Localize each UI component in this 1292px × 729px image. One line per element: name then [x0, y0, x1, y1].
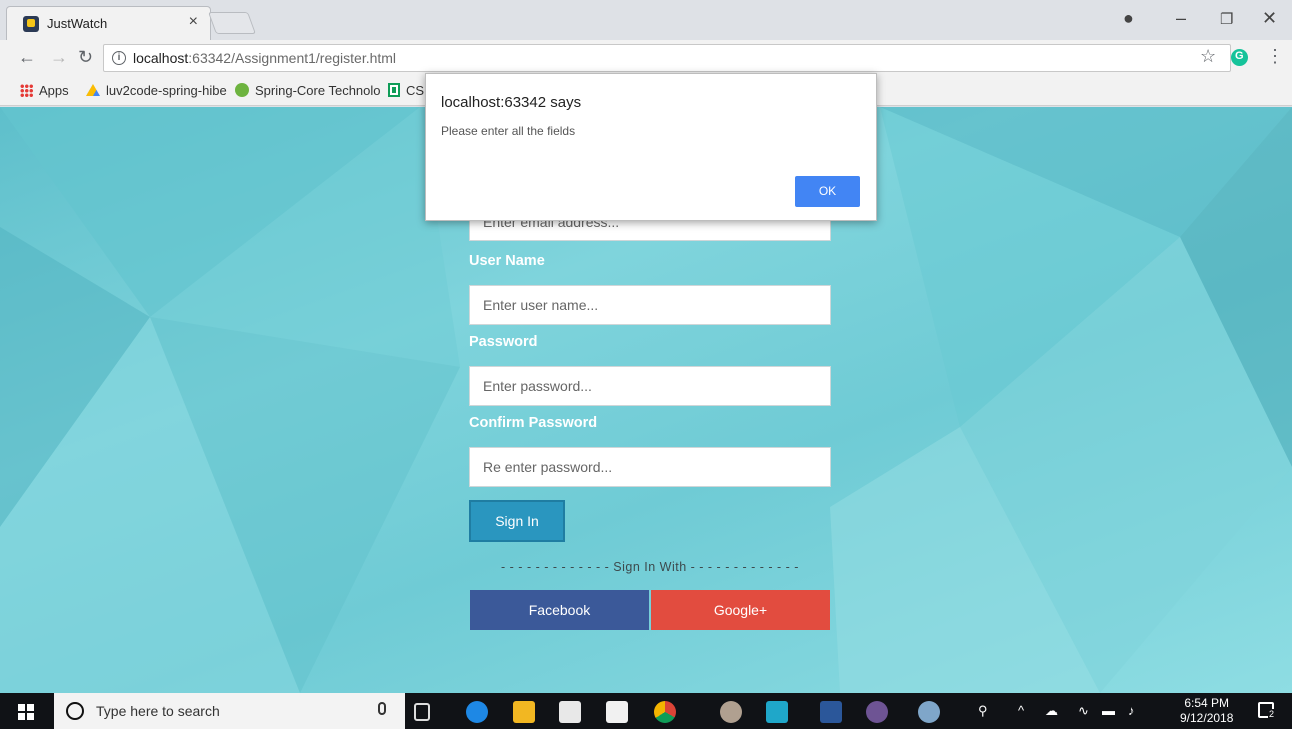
sheets-icon [388, 83, 400, 97]
confirm-password-label: Confirm Password [469, 415, 598, 431]
volume-icon[interactable]: ♪ [1128, 703, 1135, 718]
spring-icon [235, 83, 249, 97]
file-explorer-icon[interactable] [513, 701, 535, 723]
task-view-icon[interactable] [414, 703, 430, 721]
store-icon[interactable] [559, 701, 581, 723]
bookmark-spring-core[interactable]: Spring-Core Technolo [235, 83, 381, 98]
info-icon[interactable]: i [112, 51, 126, 65]
paint-icon[interactable] [918, 701, 940, 723]
facebook-button[interactable]: Facebook [470, 590, 649, 630]
bookmark-luv2code[interactable]: luv2code-spring-hibe [86, 83, 227, 98]
onedrive-icon[interactable]: ☁ [1045, 703, 1058, 719]
alert-dialog: localhost:63342 says Please enter all th… [425, 73, 877, 221]
edge-icon[interactable] [466, 701, 488, 723]
grammarly-extension-icon[interactable] [1231, 49, 1248, 66]
ok-button[interactable]: OK [795, 176, 860, 207]
tab-strip: JustWatch × ● – ❐ ✕ [0, 0, 1292, 40]
windows-taskbar: Type here to search ⚲ ^ ☁ ∿ ▬ ♪ 6:54 PM … [0, 693, 1292, 729]
url-text: localhost:63342/Assignment1/register.htm… [133, 50, 397, 66]
reload-icon[interactable]: ↻ [78, 48, 93, 66]
clock-date: 9/12/2018 [1180, 711, 1234, 725]
sign-in-with-divider: - - - - - - - - - - - - - Sign In With -… [501, 560, 799, 574]
dialog-title: localhost:63342 says [441, 94, 582, 111]
cortana-icon [66, 702, 84, 720]
profile-icon[interactable]: ● [1123, 8, 1134, 29]
settings-gear-icon[interactable] [720, 701, 742, 723]
confirm-password-field[interactable] [469, 447, 831, 487]
bookmark-cs[interactable]: CS [388, 83, 424, 98]
people-icon[interactable]: ⚲ [978, 703, 988, 719]
restore-icon[interactable]: ❐ [1220, 10, 1233, 28]
chevron-up-icon[interactable]: ^ [1018, 703, 1024, 718]
sign-in-button[interactable]: Sign In [469, 500, 565, 542]
bookmark-apps[interactable]: Apps [20, 83, 69, 98]
google-plus-button[interactable]: Google+ [651, 590, 830, 630]
minimize-icon[interactable]: – [1176, 8, 1186, 29]
browser-toolbar: ← → ↻ i localhost:63342/Assignment1/regi… [0, 40, 1292, 76]
username-field[interactable] [469, 285, 831, 325]
word-icon[interactable] [820, 701, 842, 723]
mail-icon[interactable] [606, 701, 628, 723]
apps-grid-icon [20, 84, 33, 97]
bookmark-star-icon[interactable]: ☆ [1200, 46, 1216, 67]
new-tab-button[interactable] [207, 12, 257, 34]
search-placeholder: Type here to search [96, 703, 220, 719]
tab-title: JustWatch [47, 16, 108, 31]
github-icon[interactable] [866, 701, 888, 723]
system-clock[interactable]: 6:54 PM 9/12/2018 [1180, 696, 1233, 726]
windows-start-icon[interactable] [18, 704, 34, 720]
wifi-icon[interactable]: ∿ [1078, 703, 1089, 719]
close-tab-icon[interactable]: × [189, 13, 198, 31]
password-label: Password [469, 334, 538, 350]
microphone-icon[interactable] [378, 702, 386, 715]
notification-count: 2 [1268, 709, 1276, 719]
action-center-icon[interactable]: 2 [1258, 702, 1276, 719]
chrome-icon[interactable] [654, 701, 676, 723]
forward-icon[interactable]: → [50, 48, 68, 66]
webstorm-icon[interactable] [766, 701, 788, 723]
battery-icon[interactable]: ▬ [1102, 703, 1115, 718]
dialog-message: Please enter all the fields [441, 124, 576, 138]
close-window-icon[interactable]: ✕ [1262, 8, 1277, 29]
clock-time: 6:54 PM [1184, 696, 1230, 710]
browser-tab[interactable]: JustWatch × [6, 6, 211, 40]
username-label: User Name [469, 253, 545, 269]
justwatch-favicon-icon [23, 16, 39, 32]
back-icon[interactable]: ← [18, 48, 36, 66]
taskbar-search[interactable]: Type here to search [54, 693, 405, 729]
address-bar[interactable]: i localhost:63342/Assignment1/register.h… [103, 44, 1231, 72]
browser-menu-icon[interactable]: ⋮ [1266, 46, 1284, 67]
password-field[interactable] [469, 366, 831, 406]
google-drive-icon [86, 84, 100, 96]
